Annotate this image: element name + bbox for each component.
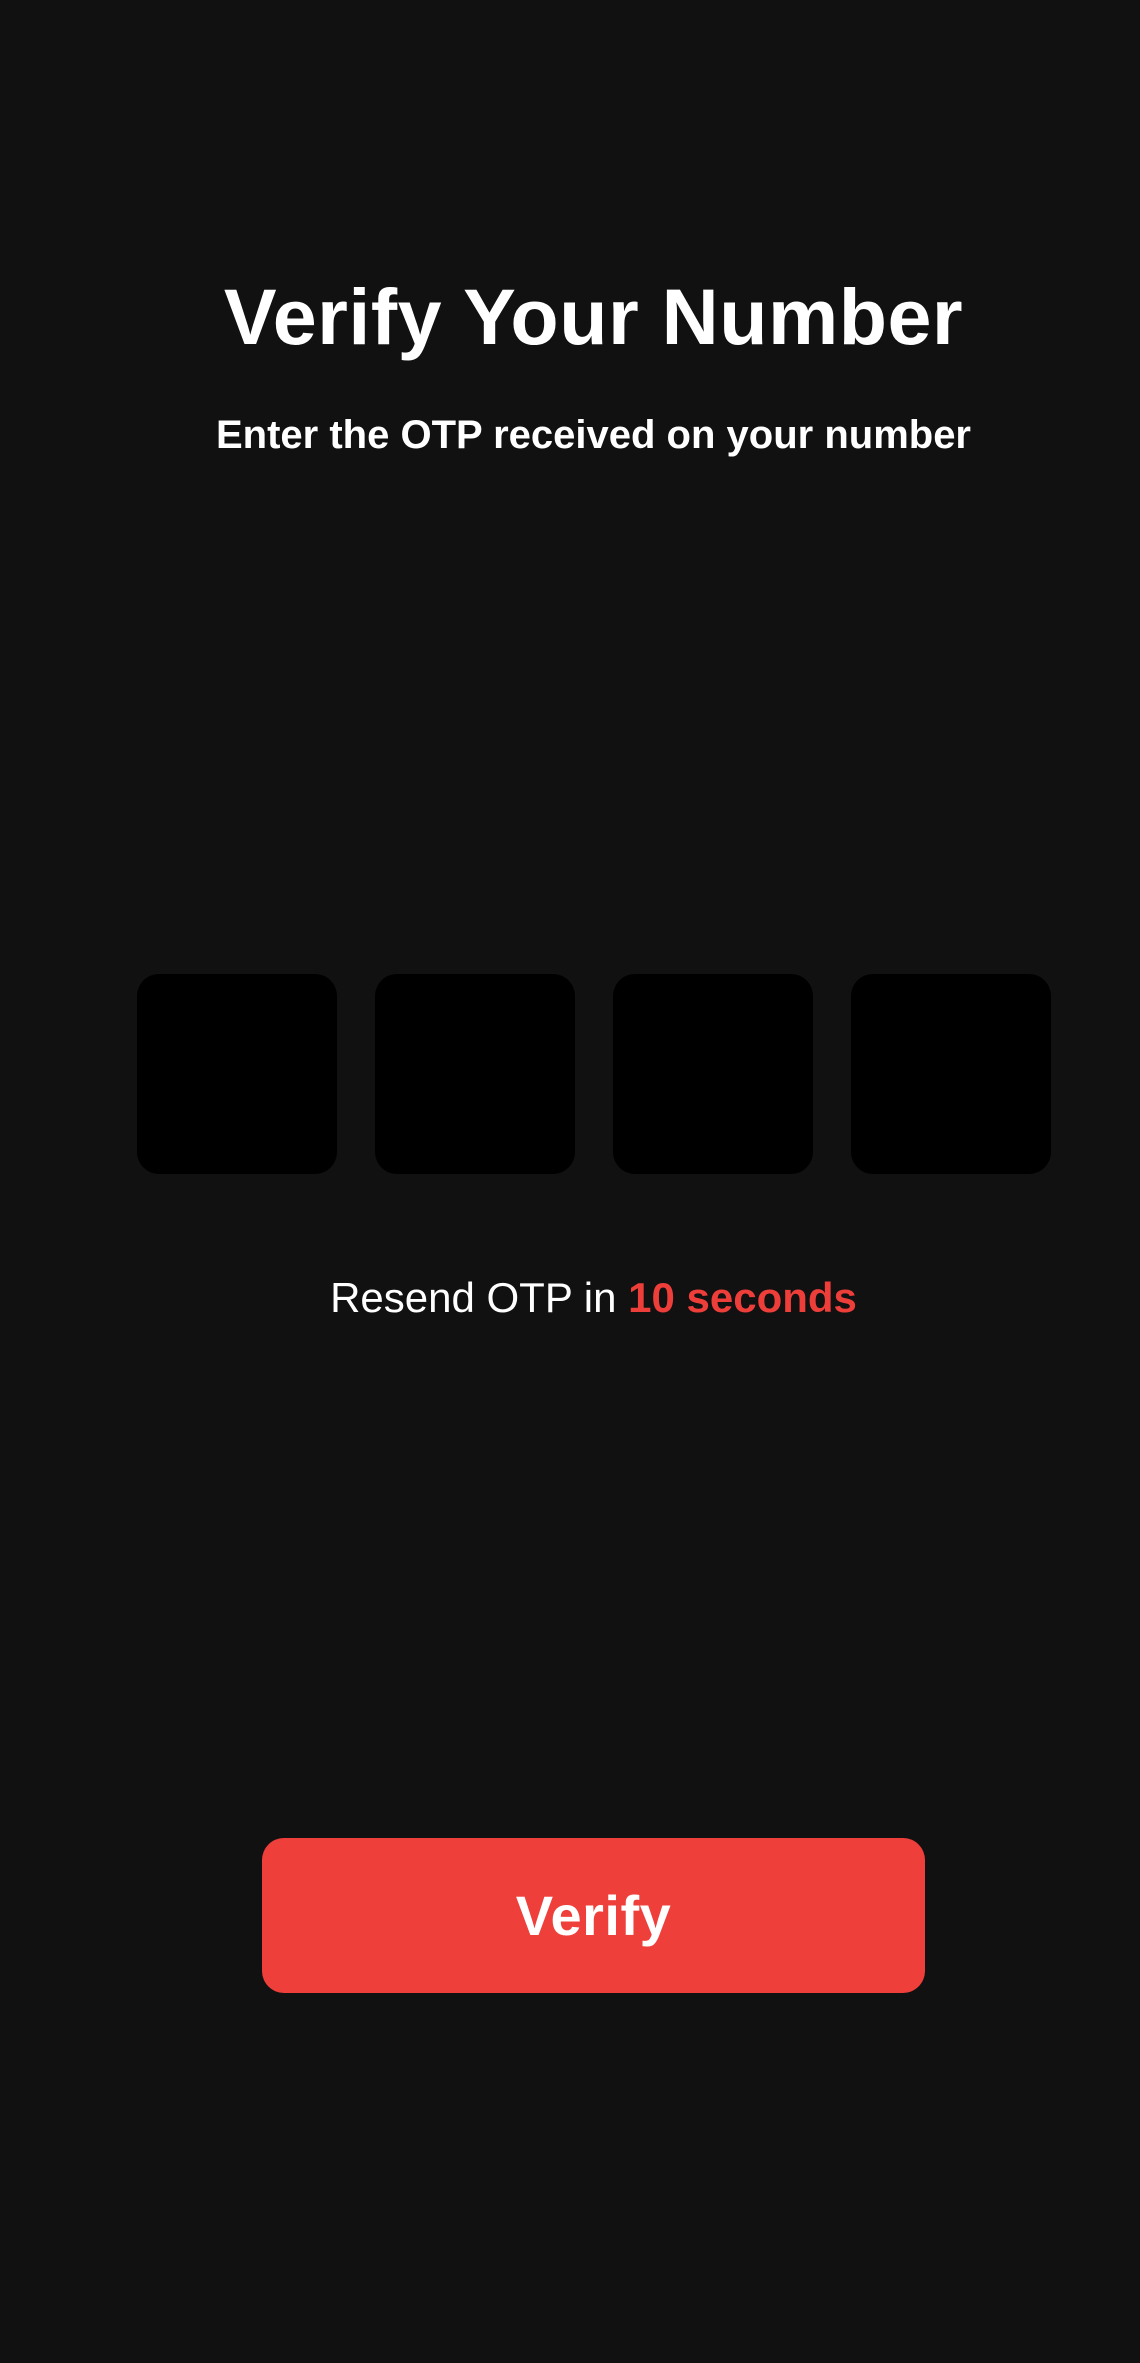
resend-otp-timer: Resend OTP in 10 seconds [0, 1268, 1140, 1328]
verify-button[interactable]: Verify [262, 1838, 925, 1993]
resend-countdown: 10 seconds [628, 1274, 857, 1321]
otp-digit-4[interactable] [851, 974, 1051, 1174]
verify-number-screen: Verify Your Number Enter the OTP receive… [0, 0, 1140, 2363]
page-title: Verify Your Number [223, 272, 964, 361]
otp-digit-3[interactable] [613, 974, 813, 1174]
resend-prefix: Resend OTP in [330, 1274, 629, 1321]
otp-digit-1[interactable] [137, 974, 337, 1174]
page-subtitle: Enter the OTP received on your number [216, 413, 971, 457]
otp-digit-2[interactable] [375, 974, 575, 1174]
otp-input-group [137, 974, 1051, 1174]
